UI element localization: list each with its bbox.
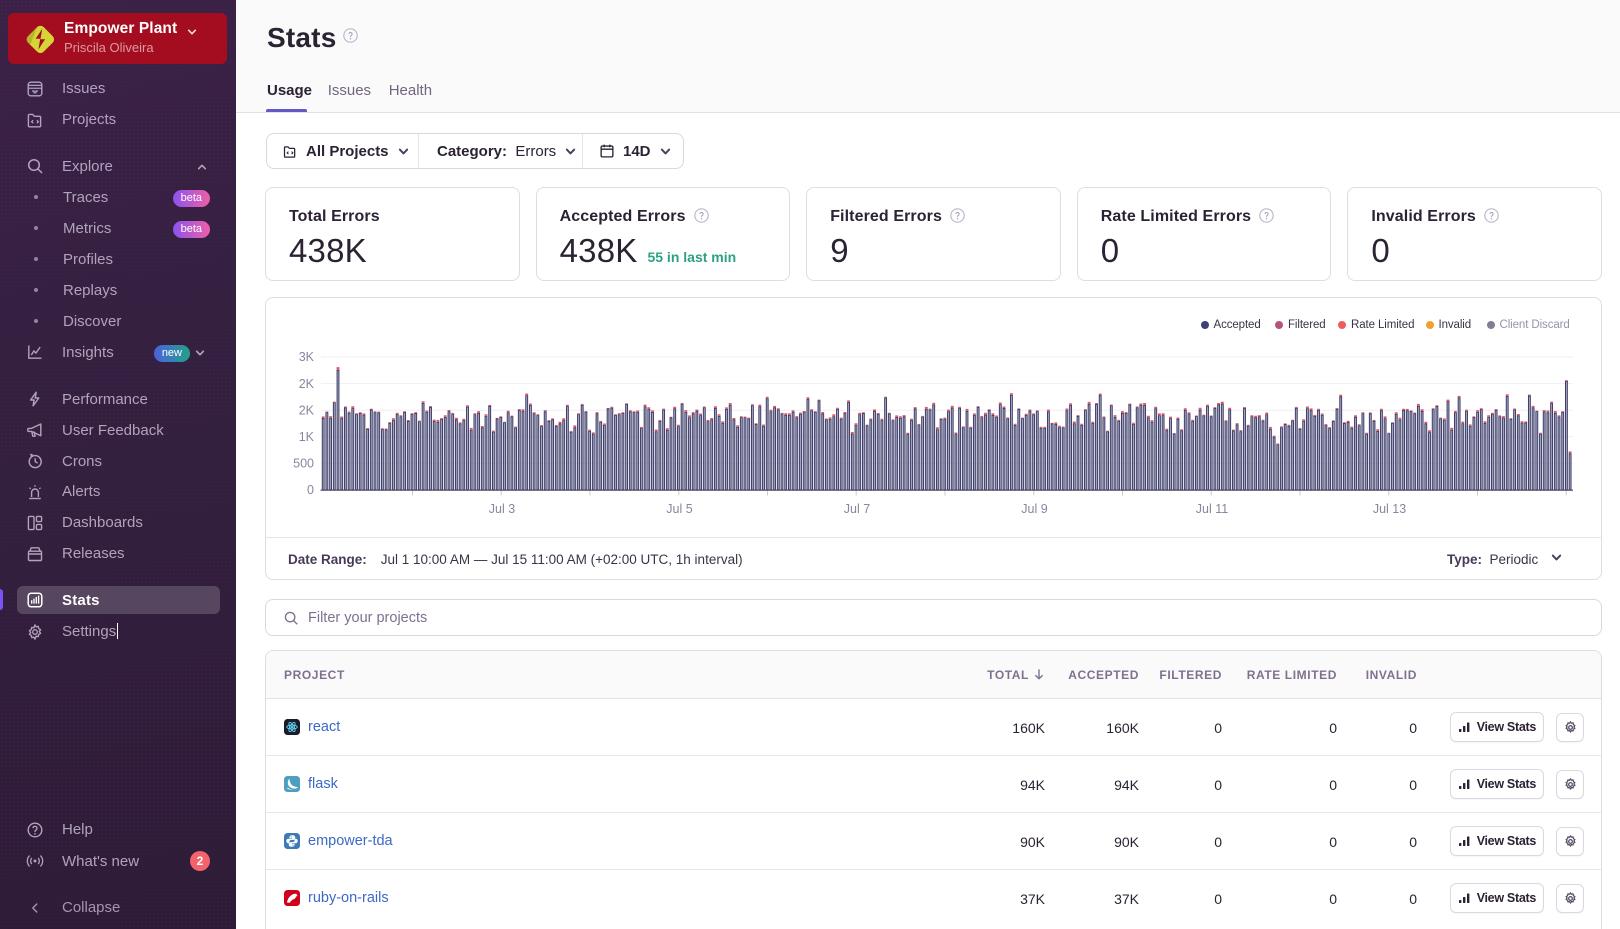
svg-text:Jul 9: Jul 9 <box>1021 502 1047 516</box>
svg-text:Jul 13: Jul 13 <box>1373 502 1406 516</box>
svg-text:1K: 1K <box>299 430 315 444</box>
svg-text:Jul 3: Jul 3 <box>489 502 515 516</box>
svg-text:2K: 2K <box>299 377 315 391</box>
svg-text:3K: 3K <box>299 350 315 364</box>
svg-text:Jul 5: Jul 5 <box>666 502 692 516</box>
svg-text:2K: 2K <box>299 403 315 417</box>
svg-text:0: 0 <box>307 483 314 497</box>
svg-text:Jul 7: Jul 7 <box>844 502 870 516</box>
svg-text:500: 500 <box>293 457 314 471</box>
svg-text:Jul 11: Jul 11 <box>1196 502 1228 516</box>
